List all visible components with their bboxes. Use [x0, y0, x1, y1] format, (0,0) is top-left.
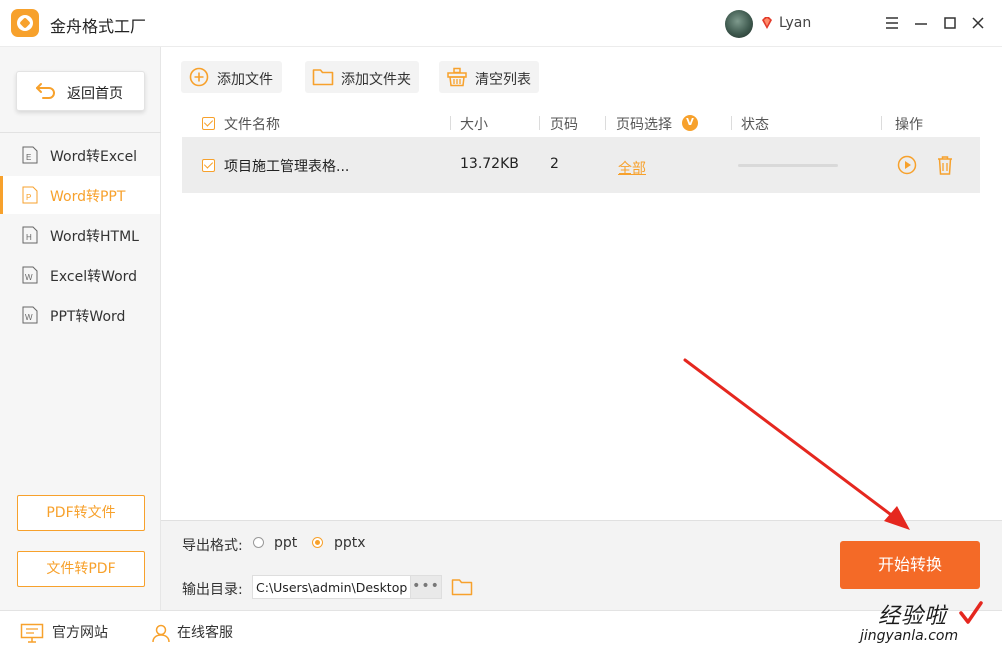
svg-text:P: P [26, 193, 31, 202]
sidebar-item-label: PPT转Word [50, 309, 126, 325]
column-header-status: 状态 [741, 117, 769, 133]
official-website-link[interactable]: 官方网站 [52, 622, 108, 642]
browse-dir-button[interactable]: ••• [410, 575, 442, 599]
open-folder-icon[interactable] [451, 577, 473, 597]
sidebar-item-ppt-to-word[interactable]: W PPT转Word [0, 296, 160, 334]
file-name: 项目施工管理表格... [224, 159, 350, 175]
add-folder-label: 添加文件夹 [341, 72, 411, 88]
back-arrow-icon [36, 83, 55, 99]
column-separator [539, 116, 540, 130]
ppt-doc-icon: P [22, 186, 38, 204]
sidebar-item-label: Word转Excel [50, 149, 138, 165]
customer-service-icon [152, 624, 170, 643]
sidebar-item-label: Word转PPT [50, 189, 126, 205]
file-table-header: 文件名称 大小 页码 页码选择 V 状态 操作 [182, 108, 980, 137]
monitor-icon [20, 623, 44, 643]
sidebar-item-excel-to-word[interactable]: W Excel转Word [0, 256, 160, 294]
title-bar: 金舟格式工厂 Lyan [0, 0, 1002, 47]
menu-icon[interactable] [882, 12, 902, 34]
play-icon[interactable] [897, 155, 917, 175]
user-name[interactable]: Lyan [779, 15, 811, 31]
sidebar-divider [0, 132, 161, 133]
row-checkbox[interactable] [202, 159, 215, 172]
format-radio-ppt[interactable] [253, 537, 264, 548]
column-separator [731, 116, 732, 130]
page-select-link[interactable]: 全部 [618, 158, 646, 178]
pdf-to-file-button[interactable]: PDF转文件 [17, 495, 145, 531]
column-header-pages: 页码 [550, 117, 578, 133]
status-bar: 官方网站 在线客服 [0, 610, 1002, 652]
word-doc-icon: W [22, 306, 38, 324]
column-separator [881, 116, 882, 130]
back-home-button[interactable]: 返回首页 [16, 71, 145, 111]
check-mark-icon [959, 601, 983, 624]
column-header-name: 文件名称 [224, 117, 280, 133]
file-size: 13.72KB [460, 156, 519, 172]
word-doc-icon: W [22, 266, 38, 284]
svg-text:W: W [25, 273, 33, 282]
html-doc-icon: H [22, 226, 38, 244]
svg-text:W: W [25, 313, 33, 322]
watermark-cn: 经验啦 [878, 604, 948, 629]
sidebar-item-word-to-excel[interactable]: E Word转Excel [0, 136, 160, 174]
output-dir-label: 输出目录: [182, 582, 243, 598]
conversion-progress-bar [738, 164, 838, 167]
sidebar-item-label: Word转HTML [50, 229, 139, 245]
online-support-link[interactable]: 在线客服 [177, 622, 233, 642]
add-file-label: 添加文件 [217, 72, 273, 88]
svg-text:E: E [26, 153, 31, 162]
column-header-actions: 操作 [895, 117, 923, 133]
column-separator [450, 116, 451, 130]
svg-text:H: H [26, 233, 32, 242]
sidebar: 返回首页 E Word转Excel P Word转PPT H Word转HTML… [0, 47, 161, 610]
column-header-page-select: 页码选择 [616, 117, 672, 133]
select-all-checkbox[interactable] [202, 117, 215, 130]
add-file-button[interactable]: 添加文件 [181, 61, 282, 93]
file-pages: 2 [550, 156, 559, 172]
add-circle-icon [189, 67, 209, 87]
table-row[interactable]: 项目施工管理表格... 13.72KB 2 全部 [182, 137, 980, 193]
add-folder-button[interactable]: 添加文件夹 [305, 61, 419, 93]
start-convert-button[interactable]: 开始转换 [840, 541, 980, 589]
close-icon[interactable] [968, 12, 988, 34]
file-to-pdf-button[interactable]: 文件转PDF [17, 551, 145, 587]
watermark-en: jingyanla.com [860, 628, 959, 644]
maximize-icon[interactable] [940, 12, 960, 34]
folder-icon [312, 69, 334, 86]
user-avatar[interactable] [725, 10, 753, 38]
app-logo-icon [11, 9, 39, 37]
format-option-ppt[interactable]: ppt [274, 535, 297, 551]
back-home-label: 返回首页 [67, 86, 123, 102]
clear-list-button[interactable]: 清空列表 [439, 61, 539, 93]
output-dir-value: C:\Users\admin\Desktop [256, 580, 408, 595]
format-option-pptx[interactable]: pptx [334, 535, 366, 551]
sidebar-item-word-to-ppt[interactable]: P Word转PPT [0, 176, 160, 214]
vip-gem-icon [762, 17, 772, 29]
column-header-size: 大小 [460, 117, 488, 133]
column-separator [605, 116, 606, 130]
app-title: 金舟格式工厂 [50, 17, 147, 36]
watermark: 经验啦 jingyanla.com [860, 598, 1002, 652]
delete-trash-icon[interactable] [935, 154, 955, 176]
page-select-badge[interactable]: V [682, 115, 698, 131]
minimize-icon[interactable] [911, 12, 931, 34]
basket-icon [447, 67, 467, 87]
format-radio-pptx[interactable] [312, 537, 323, 548]
sidebar-item-label: Excel转Word [50, 269, 138, 285]
excel-doc-icon: E [22, 146, 38, 164]
sidebar-item-word-to-html[interactable]: H Word转HTML [0, 216, 160, 254]
clear-list-label: 清空列表 [475, 72, 531, 88]
export-format-label: 导出格式: [182, 538, 243, 554]
